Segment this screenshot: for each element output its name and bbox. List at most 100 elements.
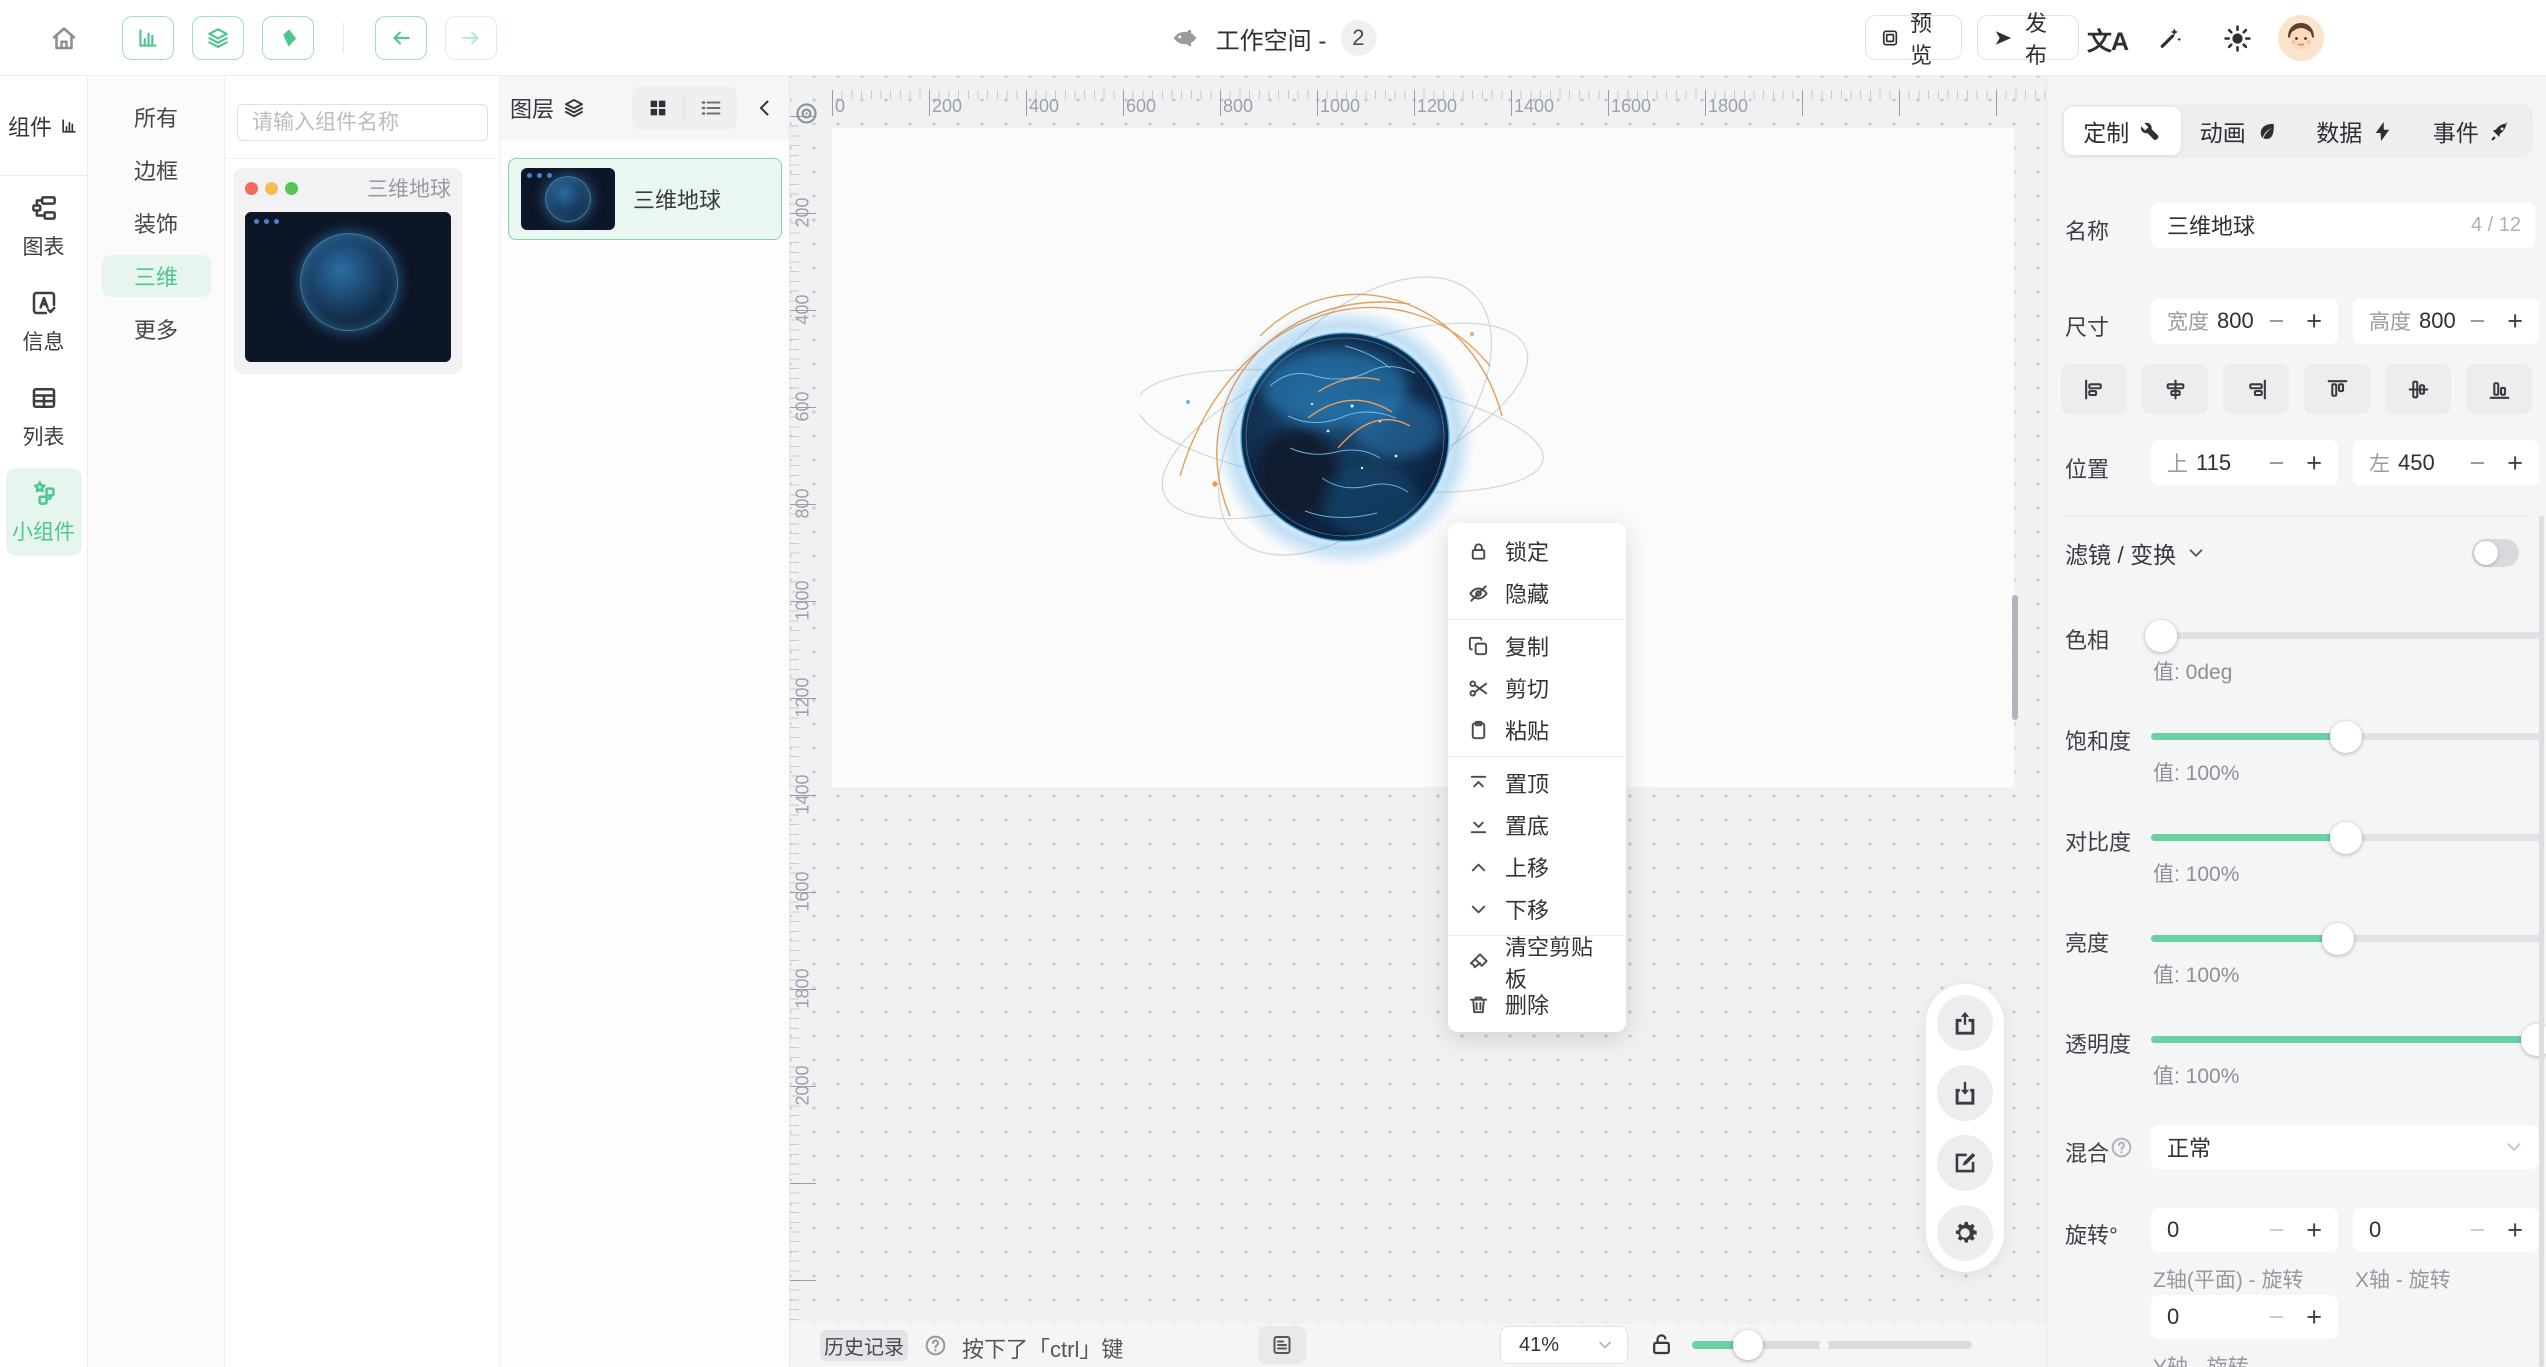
home-button[interactable] xyxy=(40,14,88,62)
width-increase-button[interactable]: + xyxy=(2306,308,2322,335)
inspector-scrollbar[interactable] xyxy=(2539,516,2544,1367)
filter-toggle[interactable] xyxy=(2472,539,2519,567)
rotate-z-value[interactable]: 0 xyxy=(2167,1217,2260,1243)
contrast-slider[interactable] xyxy=(2151,834,2541,841)
undo-button[interactable] xyxy=(375,16,427,60)
align-bottom-button[interactable] xyxy=(2466,364,2532,414)
canvas[interactable]: 0 200 400 600 800 1000 1200 1400 1600 18… xyxy=(790,76,2046,1367)
context-menu-move-up[interactable]: 上移 xyxy=(1448,846,1626,888)
settings-button[interactable] xyxy=(1937,1205,1993,1261)
context-menu-copy[interactable]: 复制 xyxy=(1448,625,1626,667)
left-value[interactable]: 450 xyxy=(2398,450,2461,476)
chevron-down-icon[interactable] xyxy=(2185,542,2207,564)
preview-button[interactable]: 预览 xyxy=(1865,15,1962,60)
rotate-z-increase-button[interactable]: + xyxy=(2306,1217,2322,1244)
layers-collapse-button[interactable] xyxy=(753,96,777,120)
opacity-slider[interactable] xyxy=(2151,1036,2541,1043)
zoom-lock-toggle[interactable] xyxy=(1648,1331,1675,1358)
align-right-button[interactable] xyxy=(2223,364,2289,414)
import-button[interactable] xyxy=(1937,1065,1993,1121)
width-decrease-button[interactable]: − xyxy=(2268,308,2284,335)
language-icon[interactable]: 文A xyxy=(2087,22,2128,58)
component-search-input[interactable] xyxy=(238,111,523,135)
ruler-label: 400 xyxy=(793,288,814,332)
context-menu-lock[interactable]: 锁定 xyxy=(1448,530,1626,572)
context-menu-cut[interactable]: 剪切 xyxy=(1448,667,1626,709)
brightness-slider-handle[interactable] xyxy=(2322,923,2354,955)
zoom-level-select[interactable]: 41% xyxy=(1500,1326,1628,1364)
canvas-vertical-scrollbar[interactable] xyxy=(2012,595,2018,720)
layer-item-3d-earth[interactable]: 三维地球 xyxy=(508,158,782,240)
rotate-y-value[interactable]: 0 xyxy=(2167,1304,2260,1330)
ruler-visibility-toggle[interactable] xyxy=(793,100,820,127)
brightness-slider[interactable] xyxy=(2151,935,2541,942)
layers-grid-view-button[interactable] xyxy=(632,86,684,130)
align-horizontal-center-button[interactable] xyxy=(2142,364,2208,414)
sidebar-item-list[interactable]: 列表 xyxy=(6,373,82,461)
category-3d[interactable]: 三维 xyxy=(102,255,211,297)
category-border[interactable]: 边框 xyxy=(102,149,211,191)
left-decrease-button[interactable]: − xyxy=(2469,450,2485,477)
rotate-x-value[interactable]: 0 xyxy=(2369,1217,2461,1243)
blend-mode-select[interactable]: 正常 xyxy=(2151,1125,2539,1169)
top-decrease-button[interactable]: − xyxy=(2268,450,2284,477)
align-left-button[interactable] xyxy=(2061,364,2127,414)
magic-wand-icon[interactable] xyxy=(2155,24,2184,53)
export-button[interactable] xyxy=(1937,995,1993,1051)
rotate-y-increase-button[interactable]: + xyxy=(2306,1304,2322,1331)
saturation-slider[interactable] xyxy=(2151,733,2541,740)
rotate-z-decrease-button[interactable]: − xyxy=(2268,1217,2284,1244)
context-menu-send-to-back[interactable]: 置底 xyxy=(1448,804,1626,846)
shortcut-panel-button[interactable] xyxy=(1258,1326,1306,1364)
help-icon[interactable] xyxy=(923,1333,948,1358)
user-avatar[interactable] xyxy=(2278,15,2324,61)
height-value[interactable]: 800 xyxy=(2419,308,2461,334)
rotate-x-increase-button[interactable]: + xyxy=(2507,1217,2523,1244)
zoom-slider[interactable] xyxy=(1692,1341,1972,1349)
zoom-slider-handle[interactable] xyxy=(1733,1330,1763,1360)
top-increase-button[interactable]: + xyxy=(2306,450,2322,477)
edit-button[interactable] xyxy=(1937,1135,1993,1191)
rotate-y-decrease-button[interactable]: − xyxy=(2268,1304,2284,1331)
tab-customize[interactable]: 定制 xyxy=(2064,107,2181,155)
theme-sun-icon[interactable] xyxy=(2222,23,2253,54)
toggle-layers-panel-button[interactable] xyxy=(192,16,244,60)
context-menu-hide[interactable]: 隐藏 xyxy=(1448,572,1626,614)
category-more[interactable]: 更多 xyxy=(102,308,211,350)
hue-slider[interactable] xyxy=(2151,632,2541,639)
name-input[interactable] xyxy=(2167,212,2471,238)
top-value[interactable]: 115 xyxy=(2196,450,2260,476)
saturation-slider-handle[interactable] xyxy=(2330,721,2362,753)
sidebar-item-charts[interactable]: 图表 xyxy=(6,183,82,271)
height-increase-button[interactable]: + xyxy=(2507,308,2523,335)
category-decoration[interactable]: 装饰 xyxy=(102,202,211,244)
align-vertical-center-button[interactable] xyxy=(2385,364,2451,414)
tab-animation[interactable]: 动画 xyxy=(2181,107,2298,155)
category-all[interactable]: 所有 xyxy=(102,96,211,138)
width-value[interactable]: 800 xyxy=(2217,308,2260,334)
component-card-3d-earth[interactable]: 三维地球 xyxy=(233,168,463,374)
tab-events[interactable]: 事件 xyxy=(2414,107,2531,155)
rotate-x-decrease-button[interactable]: − xyxy=(2469,1217,2485,1244)
context-menu-clear-clipboard[interactable]: 清空剪贴板 xyxy=(1448,941,1626,983)
toggle-detail-panel-button[interactable] xyxy=(262,16,314,60)
workspace-badge[interactable]: 2 xyxy=(1340,20,1376,56)
publish-button[interactable]: 发布 xyxy=(1977,15,2079,60)
height-decrease-button[interactable]: − xyxy=(2469,308,2485,335)
toggle-components-panel-button[interactable] xyxy=(122,16,174,60)
history-button[interactable]: 历史记录 xyxy=(820,1330,908,1361)
blend-help-icon[interactable] xyxy=(2109,1135,2134,1160)
contrast-slider-handle[interactable] xyxy=(2330,822,2362,854)
context-menu-move-down[interactable]: 下移 xyxy=(1448,888,1626,930)
hue-slider-handle[interactable] xyxy=(2145,620,2177,652)
sidebar-item-info[interactable]: 信息 xyxy=(6,278,82,366)
redo-button[interactable] xyxy=(445,16,497,60)
context-menu-bring-to-front[interactable]: 置顶 xyxy=(1448,762,1626,804)
sidebar-item-widgets[interactable]: 小组件 xyxy=(6,468,82,556)
component-list-panel: 三维地球 xyxy=(225,76,500,1367)
left-increase-button[interactable]: + xyxy=(2507,450,2523,477)
align-top-button[interactable] xyxy=(2304,364,2370,414)
layers-list-view-button[interactable] xyxy=(685,86,737,130)
context-menu-paste[interactable]: 粘贴 xyxy=(1448,709,1626,751)
tab-data[interactable]: 数据 xyxy=(2297,107,2414,155)
